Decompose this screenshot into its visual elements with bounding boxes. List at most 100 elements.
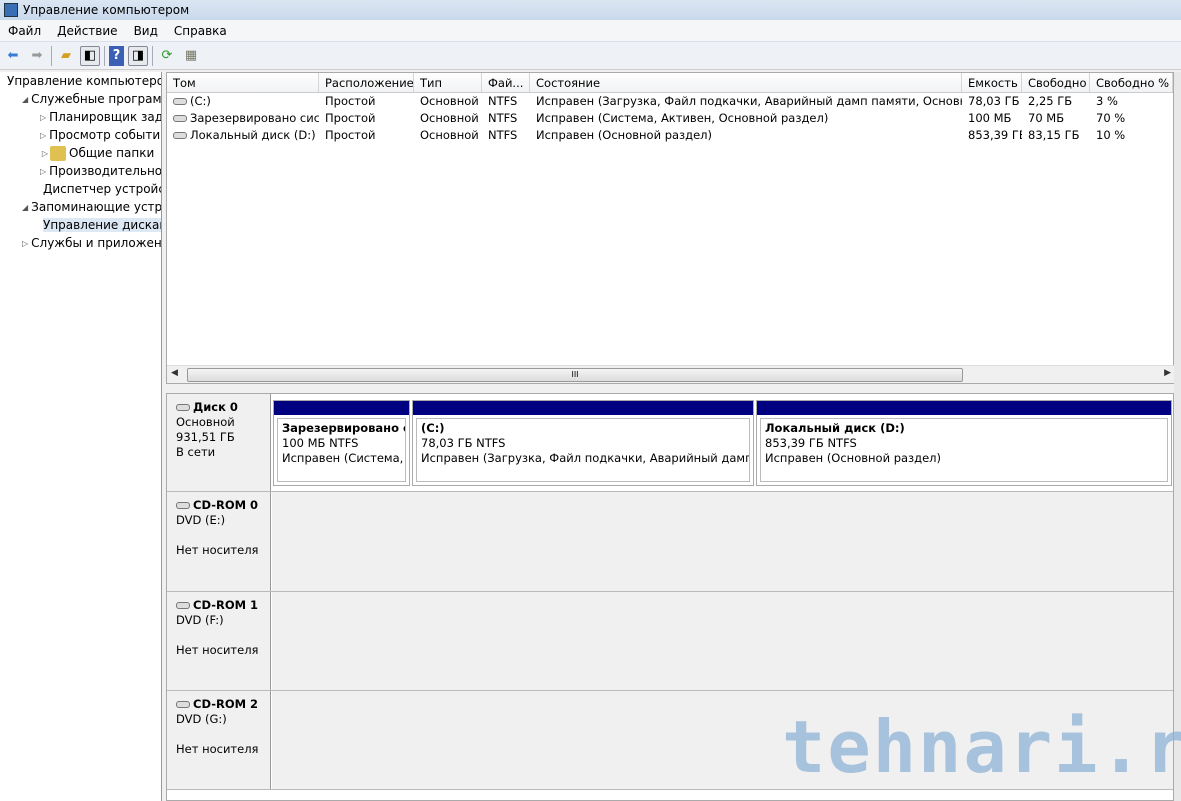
partition-name: Локальный диск (D:) xyxy=(765,421,905,435)
scrollbar-thumb[interactable]: III xyxy=(187,368,963,382)
up-folder-icon[interactable]: ▰ xyxy=(56,46,76,66)
disk-title: CD-ROM 0 xyxy=(193,498,259,512)
table-cell: 10 % xyxy=(1090,127,1173,144)
partition-bar xyxy=(274,401,409,415)
expand-arrow-icon[interactable]: ▷ xyxy=(40,149,50,158)
table-cell: Исправен (Основной раздел) xyxy=(530,127,962,144)
cell-text: Исправен (Загрузка, Файл подкачки, Авари… xyxy=(536,94,962,108)
expand-arrow-icon[interactable]: ▷ xyxy=(40,167,46,176)
partition-name: (C:) xyxy=(421,421,445,435)
tree-item[interactable]: Управление дисками xyxy=(0,216,161,234)
cell-text: 10 % xyxy=(1096,128,1126,142)
tree-item-label: Планировщик заданий xyxy=(49,110,162,124)
horizontal-scrollbar[interactable]: ◀ III ▶ xyxy=(167,365,1175,383)
column-header[interactable]: Состояние xyxy=(530,73,962,92)
cell-text: (C:) xyxy=(190,94,211,108)
tree-item-label: Диспетчер устройств xyxy=(43,182,161,196)
disk-status: Нет носителя xyxy=(176,543,259,557)
menu-file[interactable]: Файл xyxy=(0,24,49,38)
disk-name: CD-ROM 1 xyxy=(176,598,261,613)
partition[interactable]: (C:) 78,03 ГБ NTFS Исправен (Загрузка, Фай… xyxy=(412,400,754,486)
column-header[interactable]: Фай... xyxy=(482,73,530,92)
refresh-icon[interactable]: ⟳ xyxy=(157,46,177,66)
disk-name: CD-ROM 2 xyxy=(176,697,261,712)
partition[interactable]: Локальный диск (D:) 853,39 ГБ NTFS Исправе… xyxy=(756,400,1172,486)
column-header[interactable]: Свободно % xyxy=(1090,73,1173,92)
forward-icon[interactable]: ➡ xyxy=(27,46,47,66)
toolbar-separator xyxy=(152,45,153,66)
scroll-right-icon[interactable]: ▶ xyxy=(1164,368,1171,378)
disk-label[interactable]: Диск 0 Основной 931,51 ГБ В сети xyxy=(167,394,271,491)
tree-item-label: Служебные программы xyxy=(31,92,162,106)
table-cell: Простой xyxy=(319,110,414,127)
column-header[interactable]: Тип xyxy=(414,73,482,92)
tree-item[interactable]: ◢Служебные программы xyxy=(0,90,161,108)
disk-name: CD-ROM 0 xyxy=(176,498,261,513)
table-row[interactable]: Локальный диск (D:) Простой Основной NTFS Ис… xyxy=(167,127,1173,144)
tree-item[interactable]: ◢Запоминающие устройства xyxy=(0,198,161,216)
disk-icon xyxy=(176,404,190,411)
table-cell: 70 МБ xyxy=(1022,110,1090,127)
cell-text: NTFS xyxy=(488,111,518,125)
table-cell: Исправен (Загрузка, Файл подкачки, Авари… xyxy=(530,93,962,110)
tree-item[interactable]: ▷Службы и приложения xyxy=(0,234,161,252)
expand-arrow-icon[interactable]: ◢ xyxy=(22,95,28,104)
toolbar-separator xyxy=(51,45,52,66)
scroll-left-icon[interactable]: ◀ xyxy=(171,368,178,378)
column-header[interactable]: Том xyxy=(167,73,319,92)
disk-label[interactable]: CD-ROM 1 DVD (F:) Нет носителя xyxy=(167,592,271,690)
back-icon[interactable]: ⬅ xyxy=(3,46,23,66)
disk-row: CD-ROM 0 DVD (E:) Нет носителя xyxy=(167,492,1173,592)
tree-item[interactable]: ▷ Просмотр событий xyxy=(0,126,161,144)
menu-action[interactable]: Действие xyxy=(49,24,125,38)
disk-type: DVD (G:) xyxy=(176,712,227,726)
tree-item-label: Общие папки xyxy=(69,146,155,160)
table-cell: 853,39 ГБ xyxy=(962,127,1022,144)
tree-item-label: Производительность xyxy=(49,164,162,178)
column-header[interactable]: Емкость xyxy=(962,73,1022,92)
menu-view[interactable]: Вид xyxy=(126,24,166,38)
partition-status: Исправен (Загрузка, Файл подкачки, Авари… xyxy=(421,451,750,465)
tree-item[interactable]: ▷Планировщик заданий xyxy=(0,108,161,126)
partition-info: (C:) 78,03 ГБ NTFS Исправен (Загрузка, Фай… xyxy=(416,418,750,482)
expand-arrow-icon[interactable]: ▷ xyxy=(22,239,28,248)
disk-title: Диск 0 xyxy=(193,400,238,414)
partition[interactable]: Зарезервировано системой100 МБ NTFSИспра… xyxy=(273,400,410,486)
cell-text: Простой xyxy=(325,128,376,142)
cell-text: Основной xyxy=(420,128,479,142)
menu-bar: Файл Действие Вид Справка xyxy=(0,20,1181,42)
tree-item[interactable]: Управление компьютером xyxy=(0,72,161,90)
watermark-logo: tehnari.ru xyxy=(782,705,1181,789)
vertical-scrollbar[interactable] xyxy=(1174,72,1181,801)
table-cell: Простой xyxy=(319,127,414,144)
cell-text: 70 МБ xyxy=(1028,111,1065,125)
column-header[interactable]: Свободно xyxy=(1022,73,1090,92)
tree-item-icon xyxy=(50,145,66,161)
navigation-tree: Управление компьютером ◢ Служебные програм… xyxy=(0,72,162,801)
cell-text: Основной xyxy=(420,111,479,125)
disk-icon xyxy=(176,701,190,708)
partition-size: 100 МБ NTFS xyxy=(282,436,359,450)
disk-type: DVD (E:) xyxy=(176,513,226,527)
menu-help[interactable]: Справка xyxy=(166,24,235,38)
tree-item[interactable]: Диспетчер устройств xyxy=(0,180,161,198)
table-cell: 2,25 ГБ xyxy=(1022,93,1090,110)
disk-label[interactable]: CD-ROM 0 DVD (E:) Нет носителя xyxy=(167,492,271,591)
toolbar-separator xyxy=(104,45,105,66)
expand-arrow-icon[interactable]: ▷ xyxy=(40,131,46,140)
show-hide-tree-icon[interactable]: ◧ xyxy=(80,45,100,66)
tree-item[interactable]: ▷ Общие папки xyxy=(0,144,161,162)
disk-label[interactable]: CD-ROM 2 DVD (G:) Нет носителя xyxy=(167,691,271,789)
table-row[interactable]: (C:) Простой Основной NTFS Исправен (Загрузк… xyxy=(167,93,1173,110)
properties-icon[interactable]: ▦ xyxy=(181,46,201,66)
disk-title: CD-ROM 1 xyxy=(193,598,259,612)
expand-arrow-icon[interactable]: ◢ xyxy=(22,203,28,212)
help-icon[interactable]: ? xyxy=(109,45,124,66)
column-header[interactable]: Расположение xyxy=(319,73,414,92)
tree-item[interactable]: ▷Производительность xyxy=(0,162,161,180)
cell-text: NTFS xyxy=(488,128,518,142)
expand-arrow-icon[interactable]: ▷ xyxy=(40,113,46,122)
show-hide-action-pane-icon[interactable]: ◨ xyxy=(128,45,148,66)
computer-management-icon xyxy=(4,3,18,17)
table-row[interactable]: Зарезервировано сис... Простой Основной NTF… xyxy=(167,110,1173,127)
